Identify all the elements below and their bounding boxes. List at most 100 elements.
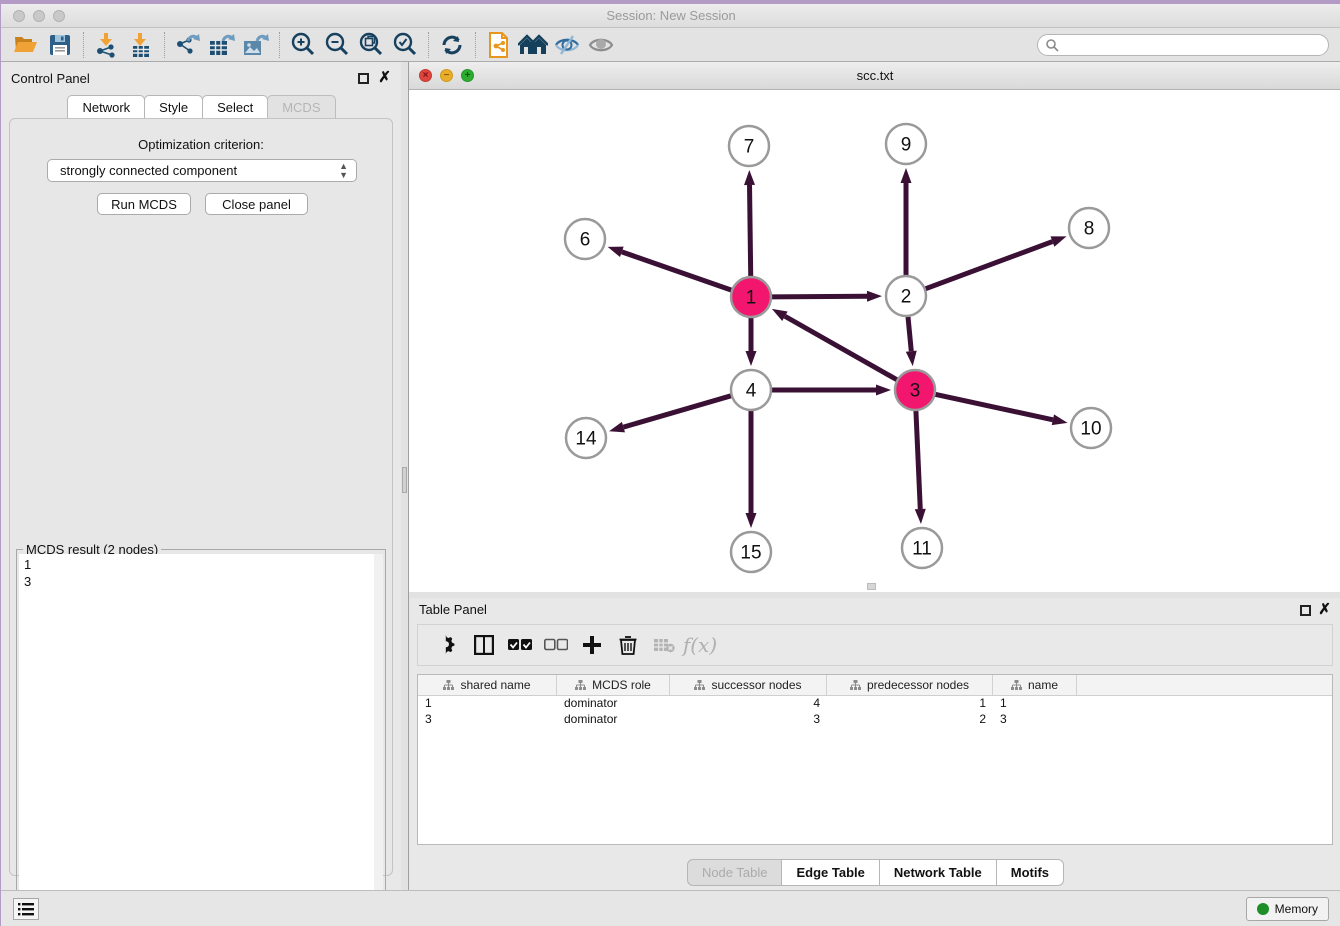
export-network-icon[interactable] bbox=[171, 30, 205, 60]
show-panel-icon[interactable] bbox=[584, 30, 618, 60]
edge-4-14[interactable] bbox=[623, 396, 731, 428]
table-cell[interactable]: 3 bbox=[993, 712, 1077, 728]
hide-panel-icon[interactable] bbox=[550, 30, 584, 60]
graph-node-6[interactable]: 6 bbox=[565, 219, 605, 259]
close-table-panel-icon[interactable]: ✗ bbox=[1318, 604, 1331, 615]
deselect-all-icon[interactable] bbox=[538, 629, 574, 661]
graph-node-1[interactable]: 1 bbox=[731, 277, 771, 317]
edge-1-2[interactable] bbox=[771, 296, 867, 297]
vertical-splitter[interactable] bbox=[401, 62, 409, 890]
search-box[interactable] bbox=[1037, 34, 1329, 56]
edge-1-7[interactable] bbox=[750, 185, 751, 277]
zoom-selected-icon[interactable] bbox=[388, 30, 422, 60]
import-network-icon[interactable] bbox=[90, 30, 124, 60]
open-file-icon[interactable] bbox=[9, 30, 43, 60]
graph-node-3[interactable]: 3 bbox=[895, 370, 935, 410]
result-scrollbar[interactable] bbox=[374, 554, 383, 920]
columns-icon[interactable] bbox=[466, 629, 502, 661]
criterion-value: strongly connected component bbox=[60, 163, 237, 178]
import-table-icon[interactable] bbox=[124, 30, 158, 60]
table-cell[interactable]: 3 bbox=[418, 712, 557, 728]
search-input[interactable] bbox=[1059, 36, 1328, 54]
graph-node-9[interactable]: 9 bbox=[886, 124, 926, 164]
delete-table-icon bbox=[646, 629, 682, 661]
graph-node-15[interactable]: 15 bbox=[731, 532, 771, 572]
task-history-button[interactable] bbox=[13, 898, 39, 920]
result-line: 3 bbox=[24, 573, 378, 590]
tab-node-table[interactable]: Node Table bbox=[687, 859, 783, 886]
graph-node-11[interactable]: 11 bbox=[902, 528, 942, 568]
network-maximize-button[interactable]: + bbox=[461, 69, 474, 82]
export-table-icon[interactable] bbox=[205, 30, 239, 60]
table-cell[interactable]: dominator bbox=[557, 696, 670, 712]
graph-node-7[interactable]: 7 bbox=[729, 126, 769, 166]
tab-network[interactable]: Network bbox=[67, 95, 145, 119]
table-cell[interactable]: 1 bbox=[418, 696, 557, 712]
edge-2-3[interactable] bbox=[908, 316, 911, 351]
edge-1-6[interactable] bbox=[622, 252, 732, 291]
zoom-fit-icon[interactable] bbox=[354, 30, 388, 60]
column-header-predecessor-nodes[interactable]: predecessor nodes bbox=[827, 675, 993, 695]
graph-node-2[interactable]: 2 bbox=[886, 276, 926, 316]
tab-style[interactable]: Style bbox=[144, 95, 203, 119]
save-session-icon[interactable] bbox=[43, 30, 77, 60]
tab-edge-table[interactable]: Edge Table bbox=[781, 859, 879, 886]
mcds-result-text[interactable]: 13 bbox=[19, 554, 383, 920]
edge-2-8[interactable] bbox=[925, 242, 1053, 289]
delete-icon[interactable] bbox=[610, 629, 646, 661]
column-header-shared-name[interactable]: shared name bbox=[418, 675, 557, 695]
table-cell[interactable]: 4 bbox=[670, 696, 827, 712]
zoom-out-icon[interactable] bbox=[320, 30, 354, 60]
table-cell[interactable]: 2 bbox=[827, 712, 993, 728]
network-close-button[interactable]: × bbox=[419, 69, 432, 82]
node-table[interactable]: shared nameMCDS rolesuccessor nodesprede… bbox=[417, 674, 1333, 845]
settings-icon[interactable] bbox=[430, 629, 466, 661]
table-row[interactable]: 3dominator323 bbox=[418, 712, 1332, 728]
column-header-MCDS-role[interactable]: MCDS role bbox=[557, 675, 670, 695]
graph-node-4[interactable]: 4 bbox=[731, 370, 771, 410]
table-row[interactable]: 1dominator411 bbox=[418, 696, 1332, 712]
splitter-grip[interactable] bbox=[402, 467, 407, 493]
edge-3-1[interactable] bbox=[785, 316, 898, 380]
tab-select[interactable]: Select bbox=[202, 95, 268, 119]
float-table-panel-icon[interactable] bbox=[1300, 605, 1311, 616]
arrowhead-icon bbox=[746, 351, 757, 366]
zoom-in-icon[interactable] bbox=[286, 30, 320, 60]
close-panel-icon[interactable]: ✗ bbox=[378, 72, 391, 83]
table-panel-tabs: Node TableEdge TableNetwork TableMotifs bbox=[409, 859, 1340, 886]
refresh-layout-icon[interactable] bbox=[435, 30, 469, 60]
export-image-icon[interactable] bbox=[239, 30, 273, 60]
network-window-titlebar[interactable]: scc.txt × − + bbox=[409, 62, 1340, 90]
home-icon[interactable] bbox=[516, 30, 550, 60]
tab-motifs[interactable]: Motifs bbox=[996, 859, 1064, 886]
column-header-name[interactable]: name bbox=[993, 675, 1077, 695]
window-title: Session: New Session bbox=[1, 8, 1340, 23]
edge-3-10[interactable] bbox=[935, 394, 1053, 420]
close-panel-button[interactable]: Close panel bbox=[205, 193, 308, 215]
memory-button[interactable]: Memory bbox=[1246, 897, 1329, 921]
graph-node-8[interactable]: 8 bbox=[1069, 208, 1109, 248]
graph-node-10[interactable]: 10 bbox=[1071, 408, 1111, 448]
first-network-icon[interactable] bbox=[482, 30, 516, 60]
network-resize-grip[interactable] bbox=[867, 583, 876, 590]
node-label: 1 bbox=[746, 288, 757, 309]
table-cell[interactable]: 3 bbox=[670, 712, 827, 728]
network-graph-canvas[interactable]: 7 9 6 8 1 2 4 3 14 10 15 11 bbox=[409, 90, 1340, 592]
criterion-dropdown[interactable]: strongly connected component ▲▼ bbox=[47, 159, 357, 182]
edge-3-11[interactable] bbox=[916, 410, 920, 509]
select-all-icon[interactable] bbox=[502, 629, 538, 661]
add-row-icon[interactable] bbox=[574, 629, 610, 661]
arrowhead-icon bbox=[876, 385, 891, 396]
tab-mcds[interactable]: MCDS bbox=[267, 95, 335, 119]
table-cell[interactable]: 1 bbox=[993, 696, 1077, 712]
tab-network-table[interactable]: Network Table bbox=[879, 859, 997, 886]
network-minimize-button[interactable]: − bbox=[440, 69, 453, 82]
node-label: 10 bbox=[1080, 419, 1101, 440]
table-cell[interactable]: 1 bbox=[827, 696, 993, 712]
graph-node-14[interactable]: 14 bbox=[566, 418, 606, 458]
control-panel-tabs: NetworkStyleSelectMCDS bbox=[1, 95, 401, 119]
run-mcds-button[interactable]: Run MCDS bbox=[97, 193, 191, 215]
float-panel-icon[interactable] bbox=[358, 73, 369, 84]
column-header-successor-nodes[interactable]: successor nodes bbox=[670, 675, 827, 695]
table-cell[interactable]: dominator bbox=[557, 712, 670, 728]
